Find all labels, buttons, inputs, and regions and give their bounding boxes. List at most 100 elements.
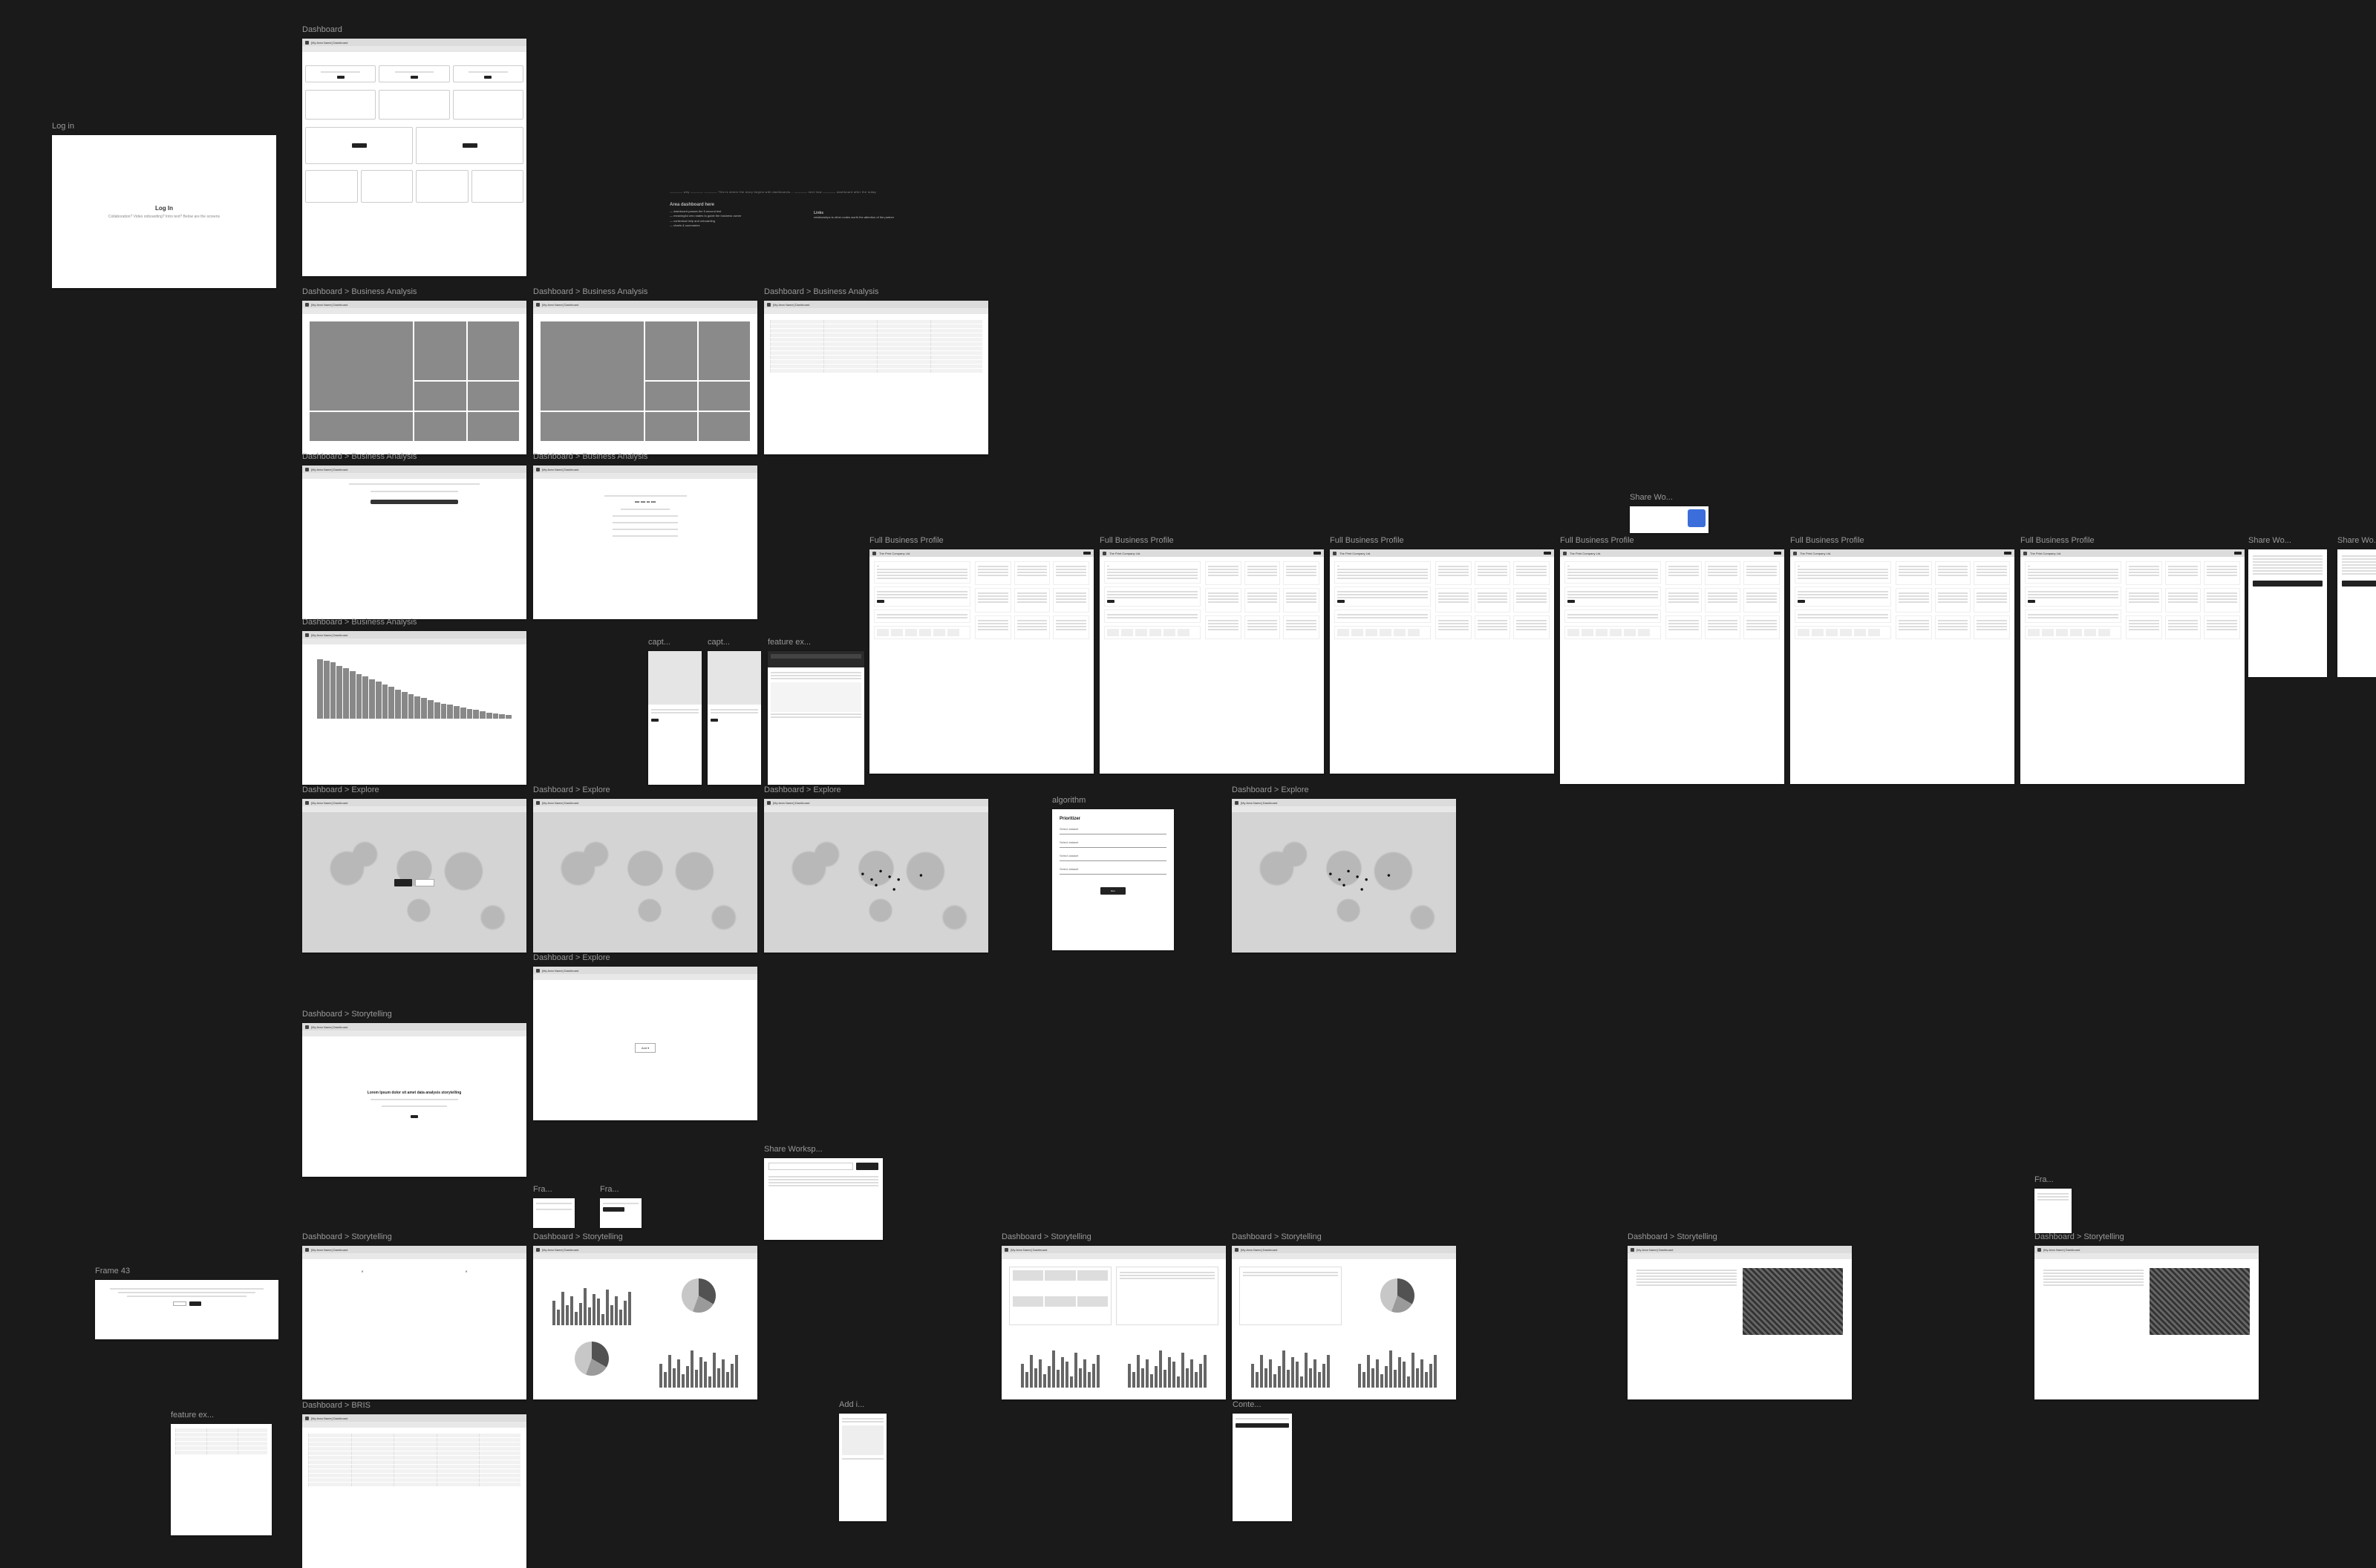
table-row[interactable] xyxy=(770,333,982,337)
table-row[interactable] xyxy=(308,1434,520,1437)
treemap-cell[interactable] xyxy=(468,382,520,411)
frame-profile-5[interactable]: Full Business Profile The Print Company … xyxy=(1790,549,2014,784)
treemap-cell[interactable] xyxy=(541,412,644,441)
frame-share-ws-tiny[interactable]: Share Wo... xyxy=(1630,506,1708,533)
algo-field[interactable]: Select dataset xyxy=(1060,840,1166,848)
algo-field[interactable]: Select dataset xyxy=(1060,854,1166,861)
tabbar[interactable] xyxy=(302,473,526,479)
table-row[interactable] xyxy=(308,1483,520,1486)
frame-story-2a[interactable]: Dashboard > Storytelling [My Area Name] … xyxy=(302,1246,526,1399)
frame-conte[interactable]: Conte... xyxy=(1233,1414,1292,1521)
frame-story-4[interactable]: Dashboard > Storytelling [My Area Name] … xyxy=(1628,1246,1852,1399)
frame-story-3b[interactable]: Dashboard > Storytelling [My Area Name] … xyxy=(1232,1246,1456,1399)
frame-share-worksp[interactable]: Share Worksp... xyxy=(764,1158,883,1240)
tabbar[interactable] xyxy=(764,308,988,314)
capt-button[interactable] xyxy=(651,719,659,722)
list-box[interactable] xyxy=(1239,1267,1342,1325)
tabbar[interactable] xyxy=(1628,1253,1852,1259)
tabbar[interactable] xyxy=(533,806,757,812)
treemap-cell[interactable] xyxy=(468,321,520,380)
frame-biz-analysis-6[interactable]: Dashboard > Business Analysis [My Area N… xyxy=(302,631,526,785)
table-row[interactable] xyxy=(770,351,982,355)
treemap-cell[interactable] xyxy=(468,412,520,441)
frame-share-ws-doc-1[interactable]: Share Wo... xyxy=(2248,549,2327,677)
summary-card[interactable] xyxy=(379,65,449,82)
summary-card[interactable] xyxy=(453,65,523,82)
treemap-cell[interactable] xyxy=(541,321,644,411)
frame43-btn-1[interactable] xyxy=(173,1301,186,1306)
share-input[interactable] xyxy=(768,1163,853,1170)
tabbar[interactable] xyxy=(533,974,757,980)
world-map[interactable] xyxy=(1232,812,1456,953)
frame-43[interactable]: Frame 43 xyxy=(95,1280,278,1339)
tabbar[interactable] xyxy=(2034,1253,2259,1259)
table-row[interactable] xyxy=(770,356,982,359)
world-map[interactable] xyxy=(764,812,988,953)
tabbar[interactable] xyxy=(302,308,526,314)
table-row[interactable] xyxy=(308,1447,520,1451)
frame-fra-1[interactable]: Fra... xyxy=(533,1198,575,1228)
tabbar[interactable] xyxy=(302,46,526,52)
table-row[interactable] xyxy=(770,365,982,368)
summary-card[interactable] xyxy=(305,65,376,82)
algorithm-run-button[interactable]: Run xyxy=(1100,887,1126,895)
tabbar[interactable] xyxy=(302,1030,526,1036)
treemap-cell[interactable] xyxy=(645,382,697,411)
frame-explore-blank[interactable]: Dashboard > Explore [My Area Name] Dashb… xyxy=(533,967,757,1120)
story-cta[interactable] xyxy=(411,1115,418,1118)
frame-login[interactable]: Log in Log In Collaboration? Video onboa… xyxy=(52,135,276,288)
frame-profile-2[interactable]: Full Business Profile The Print Company … xyxy=(1100,549,1324,774)
frame-profile-4[interactable]: Full Business Profile The Print Company … xyxy=(1560,549,1784,784)
card-cta[interactable] xyxy=(463,143,477,148)
table-row[interactable] xyxy=(308,1465,520,1469)
tabbar[interactable] xyxy=(533,308,757,314)
frame-explore-2[interactable]: Dashboard > Explore [My Area Name] Dashb… xyxy=(533,799,757,953)
frame-explore-4[interactable]: Dashboard > Explore [My Area Name] Dashb… xyxy=(1232,799,1456,953)
frame-explore-1[interactable]: Dashboard > Explore [My Area Name] Dashb… xyxy=(302,799,526,953)
thumb-grid[interactable] xyxy=(1009,1267,1112,1325)
algo-field[interactable]: Select dataset xyxy=(1060,827,1166,834)
add-button[interactable]: Add ▾ xyxy=(635,1043,656,1053)
share-button[interactable] xyxy=(856,1163,878,1170)
table-row[interactable] xyxy=(770,347,982,350)
frame-profile-1[interactable]: Full Business Profile The Print Company … xyxy=(869,549,1094,774)
treemap-cell[interactable] xyxy=(699,321,751,380)
table-row[interactable] xyxy=(770,369,982,373)
frame-bris[interactable]: Dashboard > BRIS [My Area Name] Dashboar… xyxy=(302,1414,526,1568)
world-map[interactable] xyxy=(533,812,757,953)
table-row[interactable] xyxy=(308,1443,520,1446)
tabbar[interactable] xyxy=(302,806,526,812)
frame-dashboard[interactable]: Dashboard [My Area Name] Dashboard xyxy=(302,39,526,276)
frame-biz-analysis-3[interactable]: Dashboard > Business Analysis [My Area N… xyxy=(764,301,988,454)
frame-biz-analysis-1[interactable]: Dashboard > Business Analysis [My Area N… xyxy=(302,301,526,454)
data-table[interactable] xyxy=(770,320,982,373)
frame-capt-2[interactable]: capt... xyxy=(708,651,761,785)
tabbar[interactable] xyxy=(533,473,757,479)
treemap-cell[interactable] xyxy=(414,412,466,441)
table-row[interactable] xyxy=(770,338,982,342)
treemap-cell[interactable] xyxy=(645,412,697,441)
table-row[interactable] xyxy=(308,1478,520,1482)
frame-fra-2[interactable]: Fra... xyxy=(600,1198,642,1228)
frame-story-2b[interactable]: Dashboard > Storytelling [My Area Name] … xyxy=(533,1246,757,1399)
frame-feat-ex-1[interactable]: feature ex... xyxy=(768,651,864,785)
frame-biz-analysis-2[interactable]: Dashboard > Business Analysis [My Area N… xyxy=(533,301,757,454)
metric-card[interactable] xyxy=(453,90,523,120)
table-row[interactable] xyxy=(770,342,982,346)
card-cta[interactable] xyxy=(352,143,367,148)
card-button[interactable] xyxy=(484,76,492,79)
frame-share-ws-doc-2[interactable]: Share Wo... xyxy=(2337,549,2376,677)
fra-button[interactable] xyxy=(603,1207,624,1212)
treemap-cell[interactable] xyxy=(699,382,751,411)
table-row[interactable] xyxy=(308,1438,520,1442)
frame-profile-6[interactable]: Full Business Profile The Print Company … xyxy=(2020,549,2245,784)
frame-algorithm[interactable]: algorithm Prioritizer Select dataset Sel… xyxy=(1052,809,1174,950)
bris-table[interactable] xyxy=(308,1434,520,1486)
table-row[interactable] xyxy=(308,1451,520,1455)
tabbar[interactable] xyxy=(1232,806,1456,812)
frame-feat-ex-2[interactable]: feature ex... xyxy=(171,1424,272,1535)
share-button[interactable] xyxy=(2253,581,2323,587)
tabbar[interactable] xyxy=(302,638,526,644)
table-row[interactable] xyxy=(770,320,982,324)
table-row[interactable] xyxy=(770,329,982,333)
